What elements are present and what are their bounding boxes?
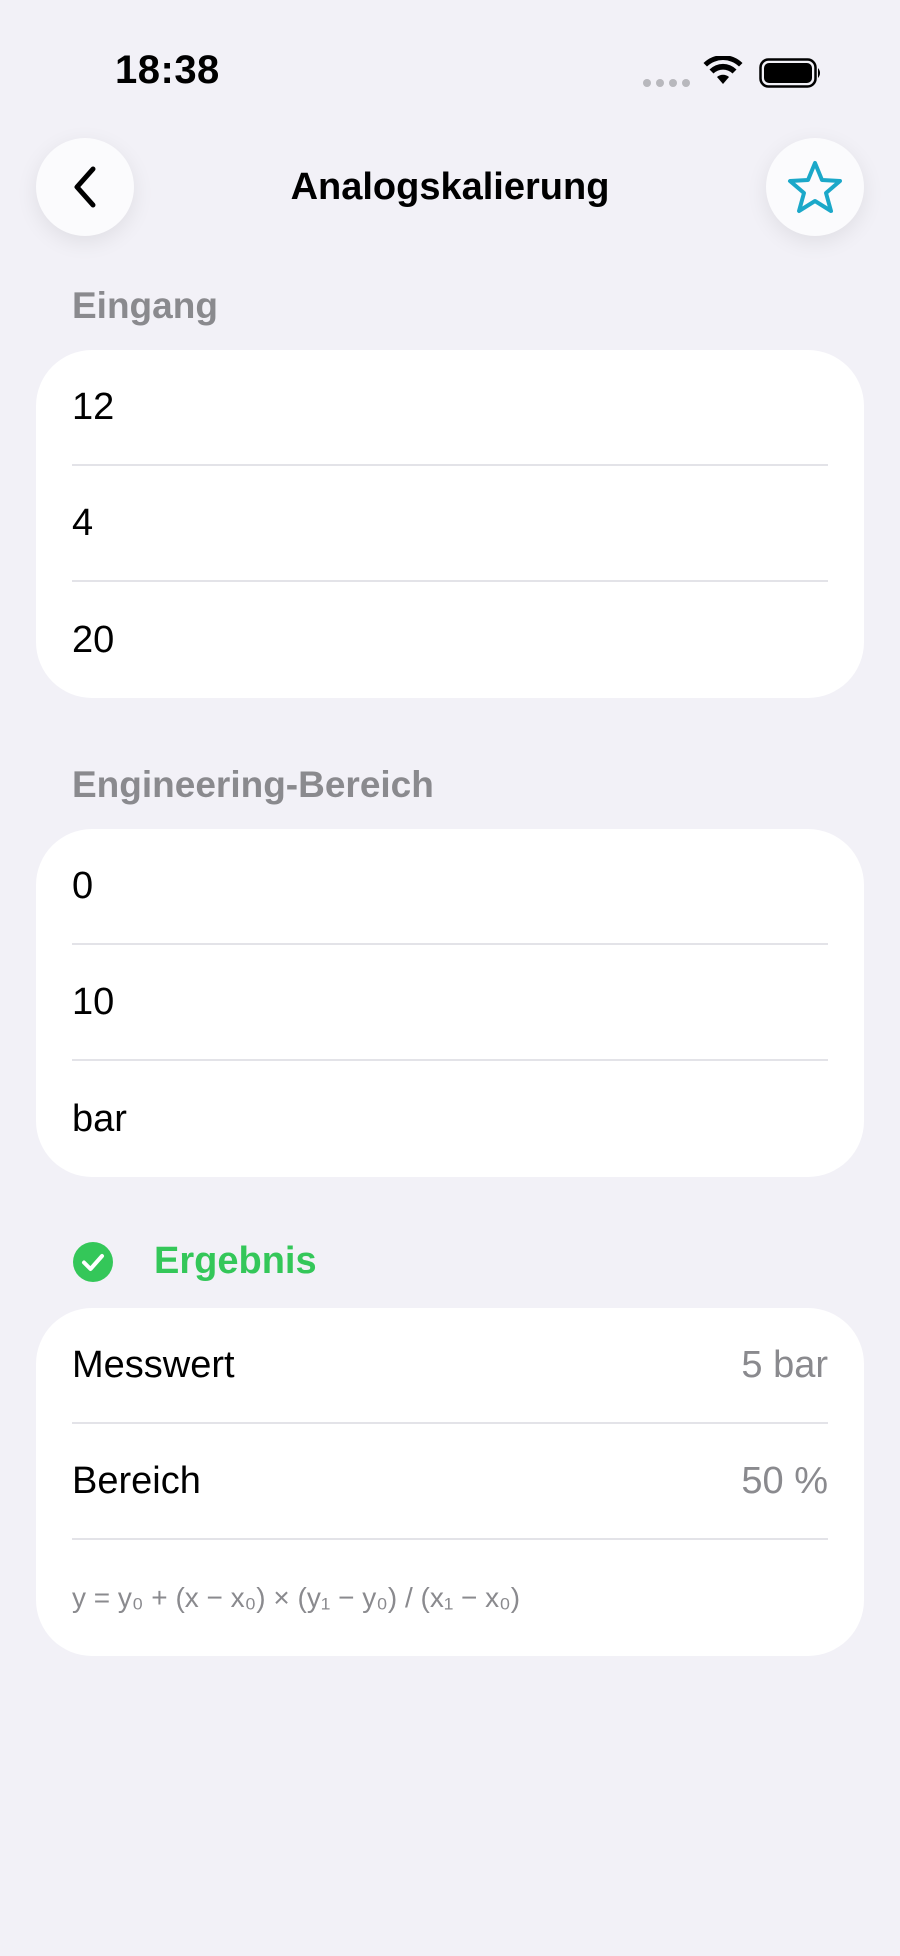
input-row [72,582,828,698]
result-card: Messwert 5 bar Bereich 50 % y = y₀ + (x … [36,1308,864,1656]
battery-icon [759,58,820,88]
result-row-measured: Messwert 5 bar [72,1308,828,1424]
status-time: 18:38 [115,48,220,92]
engineering-row [72,1061,828,1177]
wifi-icon [703,56,743,84]
result-row-range: Bereich 50 % [72,1424,828,1540]
input-row [72,466,828,582]
engineering-row [72,829,828,945]
result-label: Bereich [72,1459,201,1502]
section-header-engineering: Engineering-Bereich [72,764,434,805]
engineering-card [36,829,864,1177]
engineering-min-field[interactable] [72,829,828,943]
status-bar: 18:38 [0,0,900,110]
checkmark-circle-icon [73,1241,113,1282]
engineering-row [72,945,828,1061]
engineering-max-field[interactable] [72,945,828,1059]
star-icon [788,161,842,213]
result-value: 50 % [741,1459,828,1502]
result-header: Ergebnis [72,1240,317,1283]
result-label: Messwert [72,1343,235,1386]
section-header-input: Eingang [72,285,218,326]
cellular-signal-icon [643,79,690,87]
nav-header: Analogskalierung [0,138,900,238]
input-card [36,350,864,698]
input-row [72,350,828,466]
input-current-value-field[interactable] [72,350,828,464]
favorite-button[interactable] [766,138,864,236]
page-title: Analogskalierung [290,166,610,208]
result-value: 5 bar [741,1343,828,1386]
input-range-min-field[interactable] [72,466,828,580]
result-title: Ergebnis [154,1240,317,1282]
engineering-unit-field[interactable] [72,1061,828,1177]
formula-text: y = y₀ + (x − x₀) × (y₁ − y₀) / (x₁ − x₀… [72,1582,521,1613]
input-range-max-field[interactable] [72,582,828,698]
